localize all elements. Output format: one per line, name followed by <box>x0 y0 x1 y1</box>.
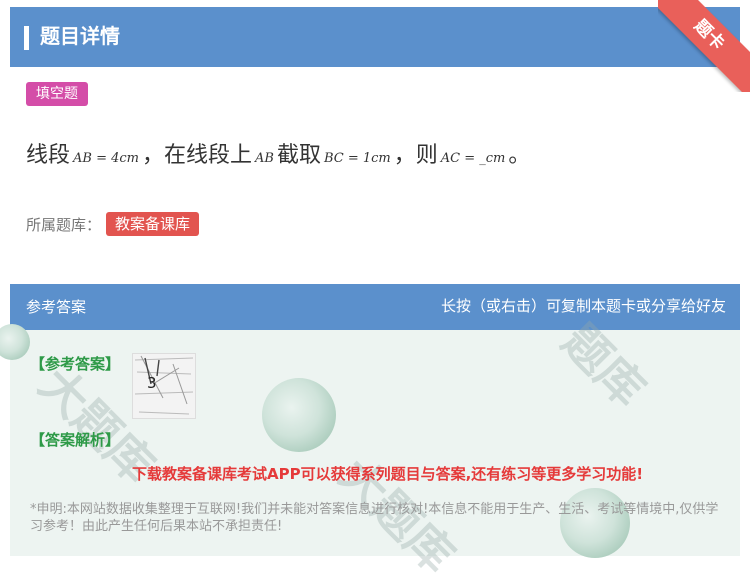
answer-image-scan: 3 <box>133 354 195 418</box>
analysis-label: 【答案解析】 <box>30 431 121 449</box>
page-title: 题目详情 <box>40 24 120 48</box>
question-text-part: ，则 <box>393 143 438 168</box>
watermark-logo <box>262 378 336 452</box>
download-app-promo[interactable]: 下载教案备课库考试APP可以获得系列题目与答案,还有练习等更多学习功能! <box>132 464 643 484</box>
math-expression: BC = 1cm <box>323 151 391 166</box>
answer-header-title: 参考答案 <box>26 298 87 316</box>
corner-ribbon: 题卡 <box>658 0 750 92</box>
question-type-badge: 填空题 <box>26 82 88 106</box>
disclaimer-text: *申明:本网站数据收集整理于互联网!我们并未能对答案信息进行核对!本信息不能用于… <box>30 502 719 534</box>
question-text-part: 线段 <box>26 143 71 168</box>
question-text: 线段 AB = 4cm ，在线段上 AB 截取 BC = 1cm ，则 AC = _cm。 <box>26 140 530 175</box>
answer-header: 参考答案 长按（或右击）可复制本题卡或分享给好友 <box>10 284 740 330</box>
reference-answer-label: 【参考答案】 <box>30 355 121 373</box>
answer-value: 3 <box>147 374 157 392</box>
question-text-part: 截取 <box>276 143 321 168</box>
share-hint: 长按（或右击）可复制本题卡或分享给好友 <box>440 297 726 315</box>
header-accent-bar <box>24 26 29 50</box>
page-header: 题目详情 <box>10 7 740 67</box>
question-text-part: ，在线段上 <box>142 143 253 168</box>
math-expression: AB = 4cm <box>73 151 139 166</box>
answer-image: 3 <box>132 353 196 419</box>
math-expression: AC = _cm <box>440 151 506 166</box>
bank-link-badge[interactable]: 教案备课库 <box>106 212 200 236</box>
question-text-part: 。 <box>508 143 531 168</box>
bank-label: 所属题库： <box>26 216 102 234</box>
ribbon-label: 题卡 <box>658 0 750 92</box>
math-expression: AB <box>255 151 274 166</box>
